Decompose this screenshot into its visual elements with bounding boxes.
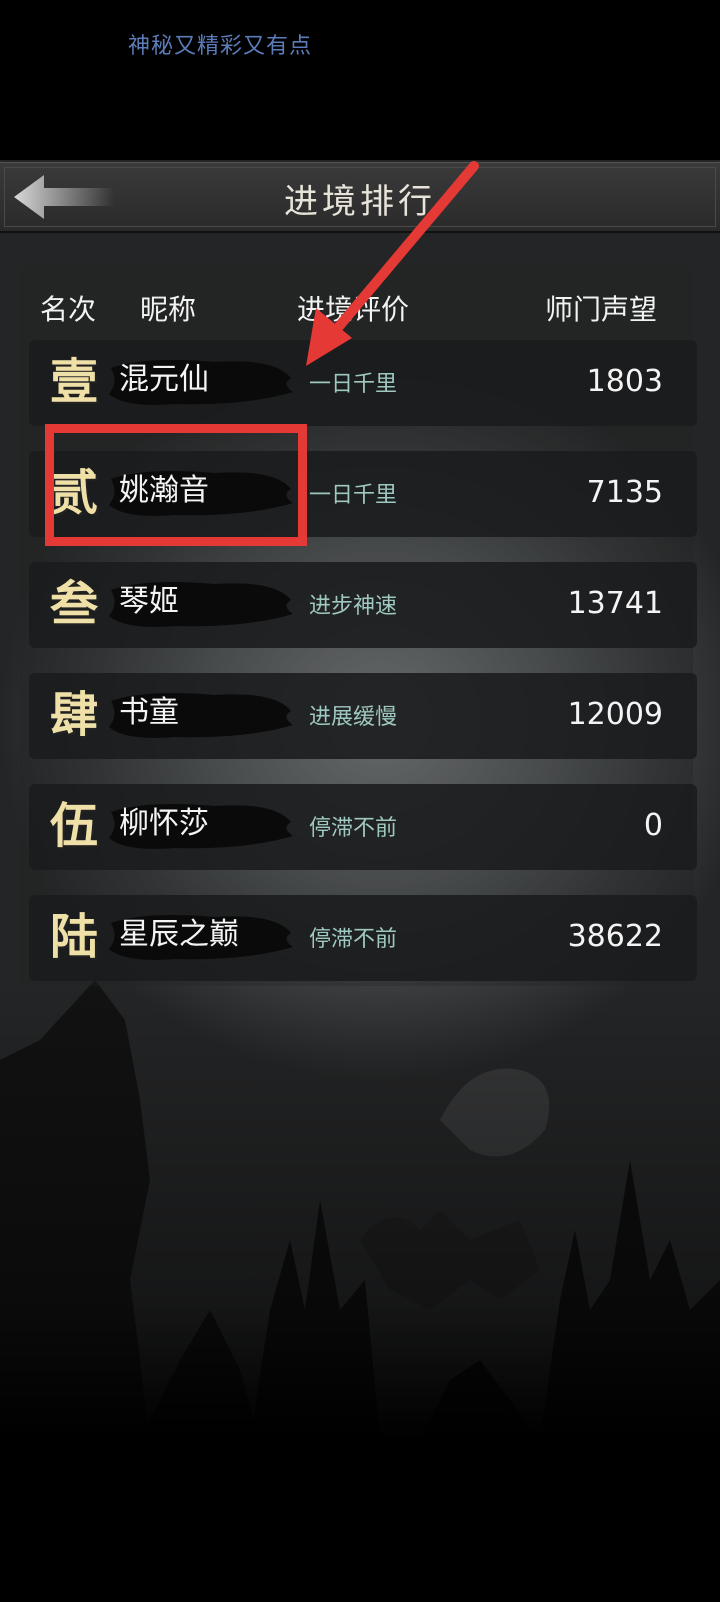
rank-glyph: 叁: [49, 576, 98, 632]
player-nickname: 姚瀚音: [119, 473, 209, 508]
progress-evaluation: 停滞不前: [309, 816, 398, 841]
player-nickname: 星辰之巅: [119, 917, 239, 952]
player-nickname: 书童: [119, 695, 179, 730]
player-nickname: 琴姬: [119, 584, 179, 619]
rank-glyph: 陆: [49, 909, 98, 965]
ranking-row[interactable]: 伍 柳怀莎 停滞不前 0: [29, 784, 697, 870]
sect-reputation: 38622: [567, 919, 663, 954]
sect-reputation: 12009: [567, 697, 663, 732]
ranking-row[interactable]: 陆 星辰之巅 停滞不前 38622: [29, 895, 697, 981]
progress-evaluation: 进展缓慢: [309, 705, 398, 730]
rank-glyph: 壹: [49, 354, 98, 410]
column-header-rank: 名次: [40, 293, 97, 326]
sect-reputation: 7135: [586, 475, 663, 510]
rank-glyph: 贰: [49, 465, 98, 521]
top-caption: 神秘又精彩又有点: [128, 34, 313, 59]
progress-evaluation: 一日千里: [309, 372, 398, 397]
rank-glyph: 肆: [49, 687, 98, 743]
progress-evaluation: 进步神速: [309, 594, 398, 619]
sect-reputation: 1803: [586, 364, 663, 399]
page-title: 进境排行: [284, 182, 436, 222]
column-header-nickname: 昵称: [140, 293, 197, 326]
ranking-row[interactable]: 贰 姚瀚音 一日千里 7135: [29, 451, 697, 537]
player-nickname: 混元仙: [119, 362, 209, 397]
progress-evaluation: 一日千里: [309, 483, 398, 508]
sect-reputation: 13741: [567, 586, 663, 621]
ranking-row[interactable]: 肆 书童 进展缓慢 12009: [29, 673, 697, 759]
ranking-row[interactable]: 叁 琴姬 进步神速 13741: [29, 562, 697, 648]
sect-reputation: 0: [643, 808, 663, 843]
game-screen: 神秘又精彩又有点 进境排行 名次 昵称 进境评价 师门声望 壹 混元仙 一日千里…: [0, 0, 720, 1602]
silhouette-scenery: [0, 980, 720, 1440]
player-nickname: 柳怀莎: [119, 806, 209, 841]
column-header-reputation: 师门声望: [545, 293, 658, 326]
ranking-row[interactable]: 壹 混元仙 一日千里 1803: [29, 340, 697, 426]
rank-glyph: 伍: [49, 798, 98, 854]
column-header-evaluation: 进境评价: [297, 293, 410, 326]
progress-evaluation: 停滞不前: [309, 927, 398, 952]
